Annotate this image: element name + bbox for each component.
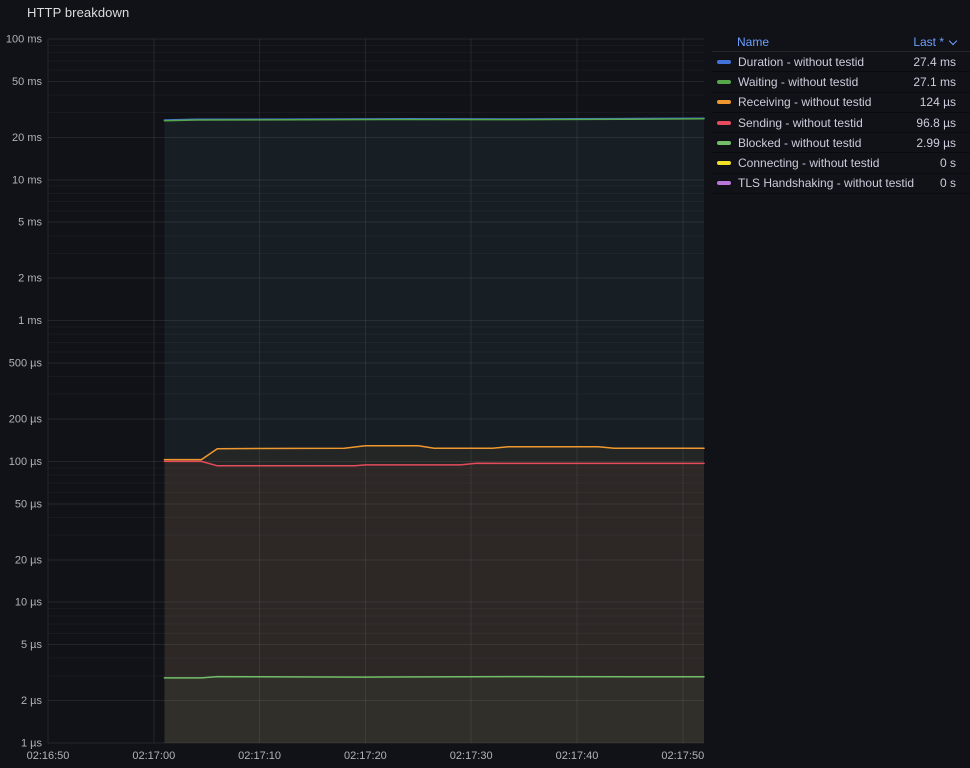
- y-axis-tick-label: 500 µs: [9, 358, 43, 370]
- y-axis-tick-label: 2 ms: [18, 273, 42, 285]
- legend-row: Duration - without testid 27.4 ms: [712, 52, 970, 73]
- y-axis-tick-label: 50 ms: [12, 76, 42, 88]
- series-color-swatch: [717, 100, 731, 105]
- legend-row: Blocked - without testid 2.99 µs: [712, 133, 970, 154]
- series-label[interactable]: Receiving - without testid: [738, 95, 871, 109]
- series-label[interactable]: Sending - without testid: [738, 116, 863, 130]
- series-color-swatch: [717, 181, 731, 186]
- y-axis-tick-label: 1 µs: [21, 738, 43, 750]
- series-label[interactable]: Connecting - without testid: [738, 156, 879, 170]
- legend-row: Sending - without testid 96.8 µs: [712, 113, 970, 134]
- series-label[interactable]: Duration - without testid: [738, 55, 864, 69]
- legend-row: TLS Handshaking - without testid 0 s: [712, 174, 970, 195]
- legend-sort-last[interactable]: Last *: [913, 34, 958, 49]
- legend-sort-last-label: Last *: [913, 34, 944, 49]
- panel-title[interactable]: HTTP breakdown: [27, 5, 129, 20]
- y-axis-tick-label: 5 ms: [18, 217, 42, 229]
- y-axis-tick-label: 50 µs: [15, 498, 43, 510]
- x-axis-tick-label: 02:17:20: [344, 750, 387, 762]
- legend-sort-name[interactable]: Name: [737, 35, 769, 49]
- series-last-value: 96.8 µs: [916, 115, 956, 130]
- legend-row: Connecting - without testid 0 s: [712, 153, 970, 174]
- legend-header: Name Last *: [712, 32, 970, 52]
- x-axis-tick-label: 02:17:00: [132, 750, 175, 762]
- chevron-down-icon: [948, 36, 958, 45]
- y-axis-tick-label: 1 ms: [18, 315, 42, 327]
- x-axis-tick-label: 02:17:10: [238, 750, 281, 762]
- legend-row: Waiting - without testid 27.1 ms: [712, 72, 970, 93]
- y-axis-tick-label: 10 µs: [15, 597, 43, 609]
- series-last-value: 124 µs: [919, 95, 956, 110]
- series-color-swatch: [717, 59, 731, 64]
- series-label[interactable]: TLS Handshaking - without testid: [738, 176, 914, 190]
- series-last-value: 0 s: [939, 156, 956, 171]
- y-axis-tick-label: 10 ms: [12, 174, 42, 186]
- series-color-swatch: [717, 120, 731, 125]
- series-area: [164, 676, 704, 743]
- y-axis-tick-label: 2 µs: [21, 695, 43, 707]
- y-axis-tick-label: 100 µs: [9, 456, 43, 468]
- series-label[interactable]: Blocked - without testid: [738, 136, 861, 150]
- series-color-swatch: [717, 79, 731, 84]
- legend-rows: Duration - without testid 27.4 ms Waiting …: [712, 52, 970, 195]
- series-last-value: 27.1 ms: [913, 74, 956, 89]
- series-last-value: 0 s: [939, 176, 956, 191]
- x-axis-tick-label: 02:17:30: [450, 750, 493, 762]
- series-label[interactable]: Waiting - without testid: [738, 75, 858, 89]
- x-axis-tick-label: 02:17:40: [556, 750, 599, 762]
- y-axis-tick-label: 200 µs: [9, 414, 43, 426]
- series-color-swatch: [717, 161, 731, 166]
- legend-row: Receiving - without testid 124 µs: [712, 93, 970, 113]
- y-axis-tick-label: 20 ms: [12, 132, 42, 144]
- legend-table: Name Last * Duration - without testid 27.…: [712, 32, 970, 195]
- y-axis-tick-label: 100 ms: [6, 34, 43, 46]
- x-axis-tick-label: 02:16:50: [27, 750, 70, 762]
- series-last-value: 2.99 µs: [916, 135, 956, 150]
- y-axis-tick-label: 20 µs: [15, 554, 43, 566]
- y-axis-tick-label: 5 µs: [21, 639, 43, 651]
- series-color-swatch: [717, 140, 731, 145]
- series-last-value: 27.4 ms: [913, 54, 956, 69]
- x-axis-tick-label: 02:17:50: [661, 750, 704, 762]
